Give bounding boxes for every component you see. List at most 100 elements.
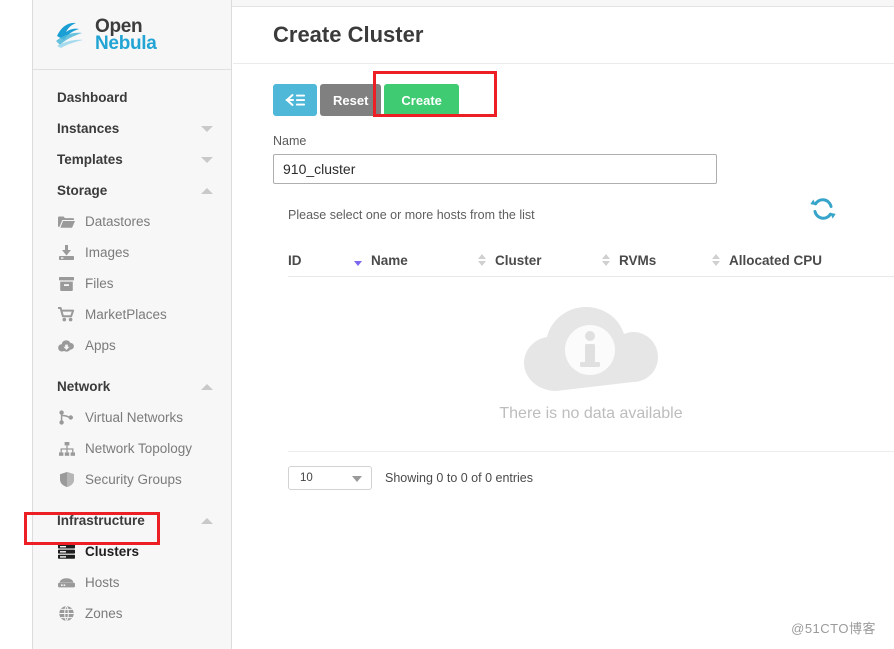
- cloud-download-icon: [57, 338, 76, 354]
- sidebar-section-label: Network: [57, 379, 110, 394]
- sidebar-section-label: Infrastructure: [57, 513, 145, 528]
- sidebar-item-files[interactable]: Files: [33, 268, 231, 299]
- chevron-down-icon: [352, 476, 362, 482]
- arrow-left-list-icon: [284, 93, 306, 107]
- app-window: Open Nebula Dashboard Instances Template…: [0, 0, 894, 649]
- hosts-hint-row: Please select one or more hosts from the…: [233, 184, 854, 224]
- network-branch-icon: [57, 410, 76, 426]
- chevron-down-icon: [201, 126, 213, 132]
- sidebar-item-dashboard[interactable]: Dashboard: [33, 82, 231, 113]
- name-field-block: Name: [233, 116, 894, 184]
- column-header-id[interactable]: ID: [288, 253, 354, 268]
- sidebar-item-label: Zones: [85, 606, 123, 621]
- brand-wordmark: Open Nebula: [95, 17, 157, 53]
- sort-arrow-desc-icon: [354, 254, 362, 266]
- watermark: @51CTO博客: [791, 618, 876, 637]
- sidebar-item-label: Datastores: [85, 214, 150, 229]
- brand-line-2: Nebula: [95, 34, 157, 53]
- sidebar-section-system[interactable]: System: [33, 639, 231, 649]
- create-button[interactable]: Create: [384, 84, 458, 116]
- sort-arrows-icon: [602, 254, 610, 266]
- nebula-swoosh-logo-icon: [55, 20, 89, 50]
- table-footer: 10 Showing 0 to 0 of 0 entries: [288, 466, 894, 490]
- column-label: ID: [288, 253, 302, 268]
- sort-arrows-icon: [712, 254, 720, 266]
- page-length-select[interactable]: 10: [288, 466, 372, 490]
- sidebar-item-label: Templates: [57, 152, 123, 167]
- column-label: Allocated CPU: [729, 253, 822, 268]
- download-icon: [57, 245, 76, 261]
- entries-info: Showing 0 to 0 of 0 entries: [385, 471, 533, 485]
- column-label: Name: [371, 253, 408, 268]
- sidebar-item-images[interactable]: Images: [33, 237, 231, 268]
- name-input[interactable]: [273, 154, 717, 184]
- sort-arrows-icon: [478, 254, 486, 266]
- sidebar-item-marketplaces[interactable]: MarketPlaces: [33, 299, 231, 330]
- sidebar-nav: Dashboard Instances Templates Storage Da…: [33, 70, 231, 649]
- column-header-name[interactable]: Name: [354, 253, 478, 268]
- chevron-down-icon: [201, 157, 213, 163]
- empty-state-text: There is no data available: [499, 405, 682, 423]
- browser-topbar-sliver: [232, 0, 894, 7]
- globe-icon: [57, 606, 76, 622]
- sidebar-section-infrastructure[interactable]: Infrastructure: [33, 505, 231, 536]
- column-header-cluster[interactable]: Cluster: [478, 253, 602, 268]
- hosts-table-header: ID Name Cluster: [288, 244, 894, 277]
- sidebar-item-virtual-networks[interactable]: Virtual Networks: [33, 402, 231, 433]
- hosts-hint-text: Please select one or more hosts from the…: [288, 208, 535, 222]
- cloud-info-icon: [523, 305, 659, 397]
- chevron-up-icon: [201, 384, 213, 390]
- folder-open-icon: [57, 214, 76, 230]
- refresh-button[interactable]: [810, 196, 836, 222]
- sidebar-item-label: Network Topology: [85, 441, 192, 456]
- chevron-up-icon: [201, 188, 213, 194]
- sidebar-item-label: Clusters: [85, 544, 139, 559]
- sidebar-item-label: Images: [85, 245, 129, 260]
- sidebar-item-label: Hosts: [85, 575, 120, 590]
- reset-button[interactable]: Reset: [320, 84, 381, 116]
- sidebar-section-storage[interactable]: Storage: [33, 175, 231, 206]
- page-length-value: 10: [300, 472, 313, 484]
- hosts-table: ID Name Cluster: [288, 244, 894, 490]
- sidebar-item-label: Virtual Networks: [85, 410, 183, 425]
- column-header-rvms[interactable]: RVMs: [602, 253, 712, 268]
- name-field-label: Name: [273, 134, 894, 148]
- sidebar-item-instances[interactable]: Instances: [33, 113, 231, 144]
- page-header: Create Cluster: [233, 7, 894, 64]
- nav-spacer: [33, 361, 231, 371]
- column-label: Cluster: [495, 253, 542, 268]
- sitemap-icon: [57, 441, 76, 457]
- sidebar-item-label: Files: [85, 276, 114, 291]
- main-content: Create Cluster Reset Create Name Please …: [233, 7, 894, 649]
- sidebar-section-label: Storage: [57, 183, 107, 198]
- nav-spacer: [33, 629, 231, 639]
- sidebar-item-zones[interactable]: Zones: [33, 598, 231, 629]
- server-icon: [57, 575, 76, 591]
- page-title: Create Cluster: [273, 22, 423, 48]
- sidebar-item-clusters[interactable]: Clusters: [33, 536, 231, 567]
- shield-icon: [57, 472, 76, 488]
- sidebar-item-templates[interactable]: Templates: [33, 144, 231, 175]
- chevron-up-icon: [201, 518, 213, 524]
- shopping-cart-icon: [57, 307, 76, 323]
- sidebar-item-label: MarketPlaces: [85, 307, 167, 322]
- form-toolbar: Reset Create: [233, 64, 894, 116]
- sidebar-item-network-topology[interactable]: Network Topology: [33, 433, 231, 464]
- column-label: RVMs: [619, 253, 656, 268]
- sidebar-item-label: Dashboard: [57, 90, 128, 105]
- sidebar-item-datastores[interactable]: Datastores: [33, 206, 231, 237]
- sidebar-section-network[interactable]: Network: [33, 371, 231, 402]
- column-header-allocated-cpu[interactable]: Allocated CPU: [712, 253, 882, 268]
- sidebar: Open Nebula Dashboard Instances Template…: [32, 0, 232, 649]
- sidebar-item-label: Instances: [57, 121, 119, 136]
- back-button[interactable]: [273, 84, 317, 116]
- sidebar-item-hosts[interactable]: Hosts: [33, 567, 231, 598]
- sidebar-item-label: Apps: [85, 338, 116, 353]
- sidebar-item-apps[interactable]: Apps: [33, 330, 231, 361]
- empty-state: There is no data available: [288, 277, 894, 452]
- nav-spacer: [33, 495, 231, 505]
- sidebar-item-label: Security Groups: [85, 472, 182, 487]
- server-stack-icon: [57, 544, 76, 560]
- brand-logo[interactable]: Open Nebula: [33, 0, 231, 70]
- sidebar-item-security-groups[interactable]: Security Groups: [33, 464, 231, 495]
